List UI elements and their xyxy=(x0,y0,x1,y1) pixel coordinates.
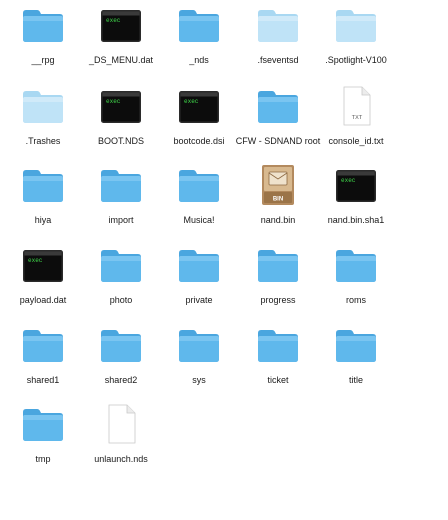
folder-icon xyxy=(177,5,221,45)
file-name-label: .fseventsd xyxy=(257,55,299,65)
text-document-icon: TXT xyxy=(334,86,378,126)
file-name-label: __rpg xyxy=(31,55,55,65)
file-item[interactable]: exec nand.bin.sha1 xyxy=(313,165,399,235)
file-name-label: .Trashes xyxy=(25,136,61,146)
file-item[interactable]: exec payload.dat xyxy=(0,245,86,315)
file-name-label: unlaunch.nds xyxy=(94,454,148,464)
file-item[interactable]: roms xyxy=(313,245,399,315)
file-item[interactable]: photo xyxy=(78,245,164,315)
file-item[interactable]: __rpg xyxy=(0,5,86,75)
hidden-folder-icon xyxy=(256,5,300,45)
folder-icon xyxy=(99,245,143,285)
terminal-exec-icon: exec xyxy=(21,245,65,285)
file-item[interactable]: shared1 xyxy=(0,325,86,395)
file-item[interactable]: import xyxy=(78,165,164,235)
file-item[interactable]: TXT console_id.txt xyxy=(313,86,399,156)
file-item[interactable]: BIN nand.bin xyxy=(235,165,321,235)
folder-icon xyxy=(21,404,65,444)
file-name-label: tmp xyxy=(35,454,51,464)
folder-icon xyxy=(21,165,65,205)
file-item[interactable]: .Spotlight-V100 xyxy=(313,5,399,75)
file-item[interactable]: title xyxy=(313,325,399,395)
folder-icon xyxy=(256,325,300,365)
file-name-label: payload.dat xyxy=(19,295,67,305)
file-name-label: progress xyxy=(260,295,296,305)
file-name-label: CFW - SDNAND root xyxy=(235,136,321,146)
folder-icon xyxy=(177,325,221,365)
svg-text:exec: exec xyxy=(28,257,43,264)
file-item[interactable]: exec bootcode.dsi xyxy=(156,86,242,156)
file-item[interactable]: hiya xyxy=(0,165,86,235)
file-item[interactable]: .Trashes xyxy=(0,86,86,156)
document-icon xyxy=(99,404,143,444)
file-name-label: hiya xyxy=(34,215,52,225)
folder-icon xyxy=(177,245,221,285)
file-name-label: photo xyxy=(109,295,133,305)
file-item[interactable]: progress xyxy=(235,245,321,315)
binary-file-icon: BIN xyxy=(256,165,300,205)
hidden-folder-icon xyxy=(21,86,65,126)
file-item[interactable]: shared2 xyxy=(78,325,164,395)
file-name-label: console_id.txt xyxy=(328,136,384,146)
folder-icon xyxy=(334,245,378,285)
file-name-label: .Spotlight-V100 xyxy=(325,55,387,65)
file-item[interactable]: exec _DS_MENU.dat xyxy=(78,5,164,75)
folder-icon xyxy=(21,325,65,365)
file-name-label: BOOT.NDS xyxy=(97,136,144,146)
file-item[interactable]: .fseventsd xyxy=(235,5,321,75)
terminal-exec-icon: exec xyxy=(99,5,143,45)
file-item[interactable]: sys xyxy=(156,325,242,395)
file-name-label: ticket xyxy=(267,375,289,385)
hidden-folder-icon xyxy=(334,5,378,45)
svg-text:exec: exec xyxy=(106,98,121,105)
svg-text:TXT: TXT xyxy=(352,115,363,121)
file-item[interactable]: Musica! xyxy=(156,165,242,235)
file-item[interactable]: unlaunch.nds xyxy=(78,404,164,474)
file-name-label: _DS_MENU.dat xyxy=(88,55,154,65)
file-name-label: shared1 xyxy=(26,375,60,385)
file-item[interactable]: CFW - SDNAND root xyxy=(235,86,321,156)
file-name-label: _nds xyxy=(189,55,209,65)
file-item[interactable]: _nds xyxy=(156,5,242,75)
folder-icon xyxy=(334,325,378,365)
file-name-label: nand.bin.sha1 xyxy=(327,215,385,225)
folder-icon xyxy=(21,5,65,45)
svg-text:exec: exec xyxy=(341,177,356,184)
file-name-label: shared2 xyxy=(104,375,138,385)
svg-text:exec: exec xyxy=(106,17,121,24)
file-name-label: title xyxy=(348,375,363,385)
folder-icon xyxy=(256,245,300,285)
file-name-label: bootcode.dsi xyxy=(173,136,225,146)
folder-icon xyxy=(256,86,300,126)
file-name-label: private xyxy=(185,295,213,305)
file-item[interactable]: ticket xyxy=(235,325,321,395)
file-name-label: Musica! xyxy=(183,215,215,225)
file-item[interactable]: private xyxy=(156,245,242,315)
terminal-exec-icon: exec xyxy=(334,165,378,205)
file-name-label: import xyxy=(108,215,134,225)
folder-icon xyxy=(99,165,143,205)
finder-icon-grid: __rpg exec _DS_MENU.dat _nds .fseventsd … xyxy=(0,0,448,520)
file-item[interactable]: exec BOOT.NDS xyxy=(78,86,164,156)
folder-icon xyxy=(177,165,221,205)
terminal-exec-icon: exec xyxy=(99,86,143,126)
file-name-label: nand.bin xyxy=(260,215,296,225)
file-name-label: sys xyxy=(192,375,206,385)
svg-text:BIN: BIN xyxy=(273,197,283,203)
svg-text:exec: exec xyxy=(184,98,199,105)
folder-icon xyxy=(99,325,143,365)
file-item[interactable]: tmp xyxy=(0,404,86,474)
terminal-exec-icon: exec xyxy=(177,86,221,126)
file-name-label: roms xyxy=(346,295,366,305)
